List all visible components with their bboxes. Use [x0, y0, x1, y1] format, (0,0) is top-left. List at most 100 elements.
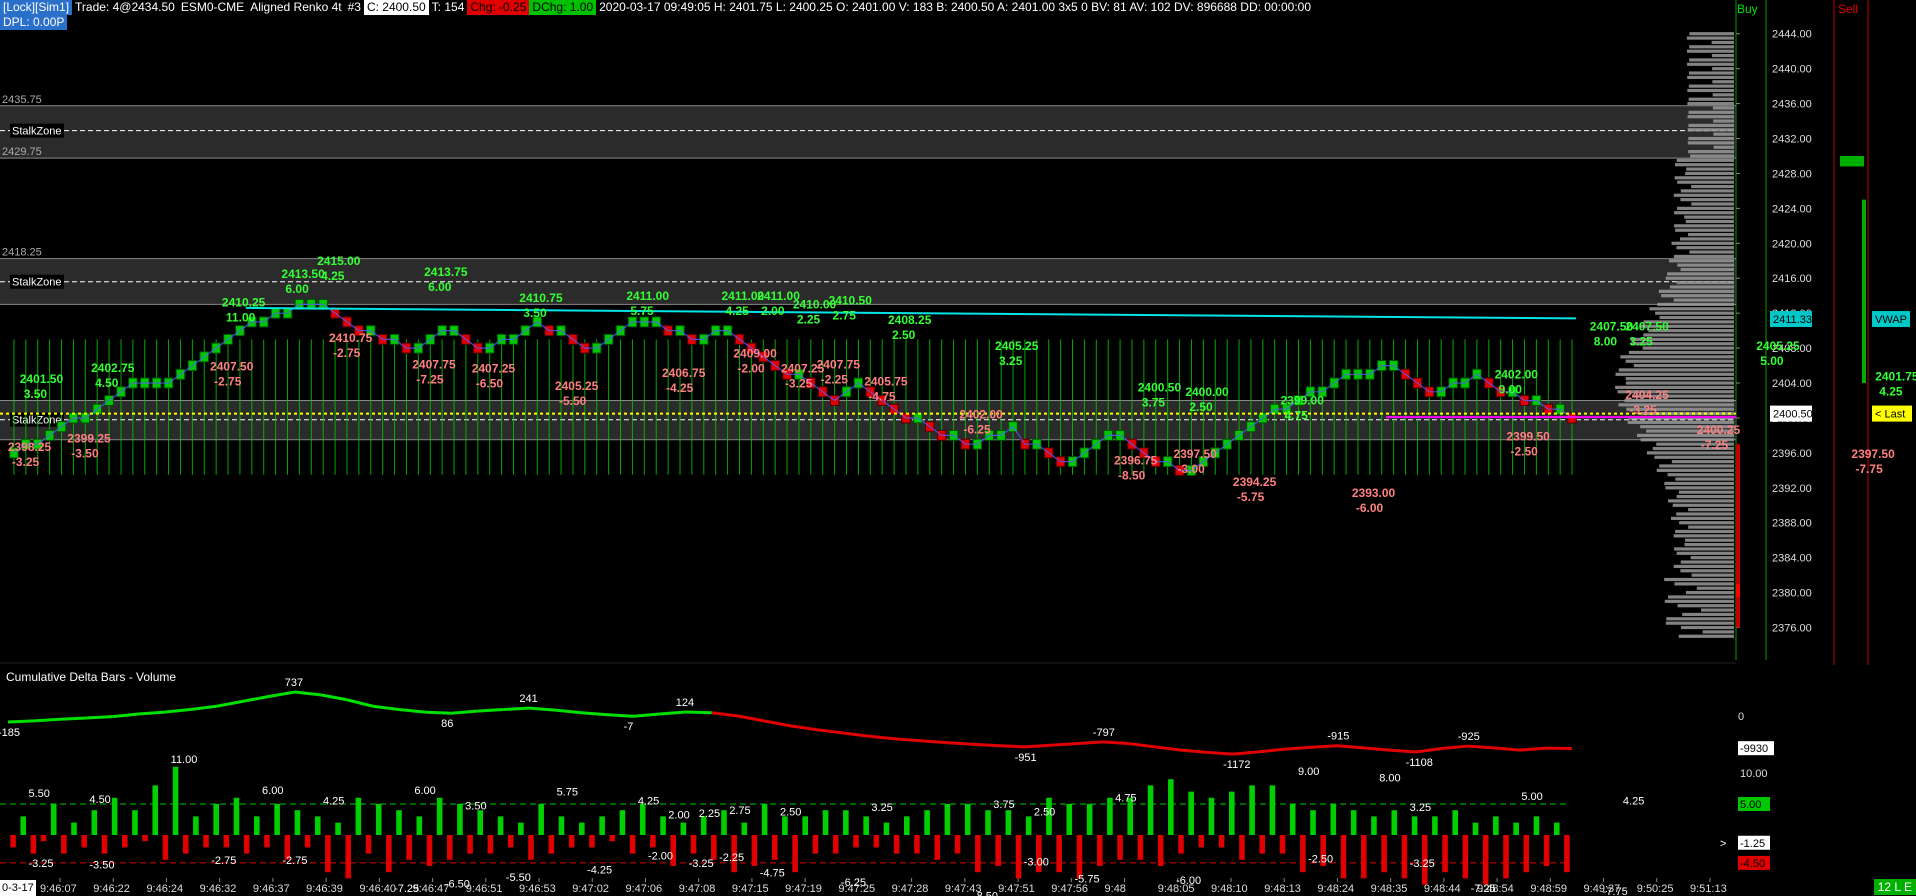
price-axis-label: 2424.00	[1772, 203, 1812, 215]
renko-chart-canvas[interactable]: StalkZone StalkZone StalkZone 2435.75 2429.7…	[0, 0, 1916, 896]
histogram-value-label: -7.25	[394, 883, 419, 895]
price-axis-label: 2444.00	[1772, 29, 1812, 41]
change-badge: Chg: -0.25	[467, 0, 530, 15]
volume-profile-bar	[1674, 582, 1734, 586]
volume-profile-bar	[1678, 490, 1734, 494]
histogram-value-label: 5.75	[557, 786, 578, 798]
time-axis-label: 9:46:07	[40, 883, 77, 895]
volume-profile-bar	[1676, 158, 1734, 162]
volume-profile-bar	[1712, 106, 1734, 110]
volume-profile-bar	[1659, 464, 1734, 468]
volume-profile-bar	[1690, 556, 1734, 560]
histogram-value-label: -6.00	[1176, 875, 1201, 887]
swing-low-price-label: 2407.50	[210, 359, 254, 373]
swing-high-delta-label: 2.25	[797, 313, 821, 327]
cumulative-delta-segment	[86, 715, 113, 720]
cumulative-delta-segment	[112, 712, 139, 719]
swing-low-delta-label: -2.75	[333, 346, 361, 360]
volume-profile-bar	[1687, 88, 1734, 93]
histogram-value-label: -3.25	[28, 858, 53, 870]
lock-account-label[interactable]: [Lock][Sim1]	[0, 0, 73, 15]
swing-low-price-label: 2407.75	[817, 357, 861, 371]
volume-profile-bar	[1687, 141, 1734, 145]
volume-profile-bar	[1675, 228, 1734, 232]
volume-profile-bar	[1671, 460, 1734, 464]
swing-low-delta-label: -3.00	[1177, 462, 1205, 476]
time-axis-label: 9:46:40	[359, 883, 396, 895]
swing-high-delta-label: 4.75	[1284, 409, 1308, 423]
cumulative-delta-segment	[1102, 740, 1129, 746]
volume-profile-bar	[1654, 455, 1734, 459]
price-axis-label: 2440.00	[1772, 64, 1812, 76]
swing-low-price-label: 2397.50	[1851, 447, 1895, 461]
cumulative-delta-segment	[372, 704, 400, 711]
volume-profile-bar	[1680, 189, 1734, 193]
swing-low-price-label: 2394.25	[1233, 475, 1277, 489]
volume-profile-bar	[1675, 477, 1734, 481]
volume-profile-bar	[1658, 289, 1734, 293]
swing-low-delta-label: -4.75	[868, 390, 896, 404]
swing-low-delta-label: -2.25	[821, 372, 849, 386]
time-axis-label: 9:48:13	[1264, 883, 1301, 895]
cumulative-delta-segment	[1493, 746, 1520, 752]
histogram-value-label: -2.75	[282, 855, 307, 867]
buy-volume-bar	[1840, 155, 1864, 167]
swing-low-price-label: 2402.00	[959, 407, 1003, 421]
cumulative-delta-segment	[190, 704, 217, 711]
volume-profile-bar	[1702, 630, 1734, 634]
volume-profile-bar	[1686, 36, 1734, 40]
volume-profile-bar	[1679, 521, 1734, 525]
time-axis-label: 9:46:39	[306, 883, 343, 895]
cumulative-delta-segment	[503, 706, 530, 711]
price-axis-label: 2384.00	[1772, 553, 1812, 565]
cumulative-delta-segment	[1389, 748, 1416, 754]
cumulative-delta-segment	[1180, 748, 1208, 754]
volume-profile-bar	[1688, 136, 1734, 141]
swing-low-delta-label: -7.75	[1855, 462, 1883, 476]
close-price-badge: C: 2400.50	[363, 0, 429, 15]
chart-type-label[interactable]: Aligned Renko 4t	[247, 0, 344, 15]
histogram-value-label: -2.25	[719, 852, 744, 864]
price-axis-label: 2436.00	[1772, 99, 1812, 111]
time-axis-label: 9:48	[1105, 883, 1126, 895]
cumulative-delta-segment	[346, 698, 374, 708]
volume-profile-bar	[1676, 551, 1734, 555]
volume-profile-bar	[1670, 516, 1734, 520]
last-tag-text: < Last	[1875, 409, 1905, 421]
time-axis-label: 9:51:13	[1690, 883, 1727, 895]
histogram-value-label: 4.25	[1623, 796, 1644, 808]
volume-profile-bar	[1676, 494, 1734, 499]
swing-high-price-label: 2410.75	[519, 291, 563, 305]
cumulative-delta-segment	[242, 695, 269, 703]
histogram-marker: >	[1720, 838, 1726, 850]
volume-profile-bar	[1712, 80, 1734, 84]
volume-profile-bar	[1615, 372, 1734, 376]
time-axis-label: 9:47:02	[572, 883, 609, 895]
cumulative-delta-segment	[1467, 744, 1494, 750]
delta-change-badge: DChg: 1.00	[529, 0, 597, 15]
histogram-value-label: -4.25	[587, 864, 612, 876]
swing-low-price-label: 2404.25	[1625, 388, 1669, 402]
histogram-value-label: -6.25	[841, 877, 866, 889]
time-axis-label: 9:47:08	[679, 883, 716, 895]
cumulative-delta-segment	[920, 739, 947, 745]
cumulative-delta-segment	[398, 708, 426, 714]
volume-profile-bar	[1620, 355, 1734, 359]
cumulative-delta-segment	[216, 699, 243, 708]
volume-profile-bar	[1668, 259, 1734, 263]
histogram-value-label: -5.75	[1075, 874, 1100, 886]
price-axis-label: 2428.00	[1772, 168, 1812, 180]
swing-high-price-label: 2402.75	[91, 361, 135, 375]
time-axis-label: 9:50:25	[1637, 883, 1674, 895]
histogram-value-label: 5.50	[28, 788, 49, 800]
volume-profile-bar	[1680, 569, 1734, 573]
chart-header: [Lock][Sim1] Trade: 4@2434.50 ESM0-CME A…	[0, 0, 1314, 15]
volume-profile-bar	[1687, 115, 1734, 119]
volume-profile-bar	[1675, 529, 1734, 534]
volume-profile-bar	[1664, 481, 1734, 486]
histogram-value-label: 4.25	[323, 796, 344, 808]
swing-high-price-label: 2415.00	[317, 254, 361, 268]
cumulative-delta-segment	[581, 711, 608, 717]
cumulative-delta-point-label: 124	[676, 697, 694, 709]
instrument-label[interactable]: ESM0-CME	[178, 0, 247, 15]
